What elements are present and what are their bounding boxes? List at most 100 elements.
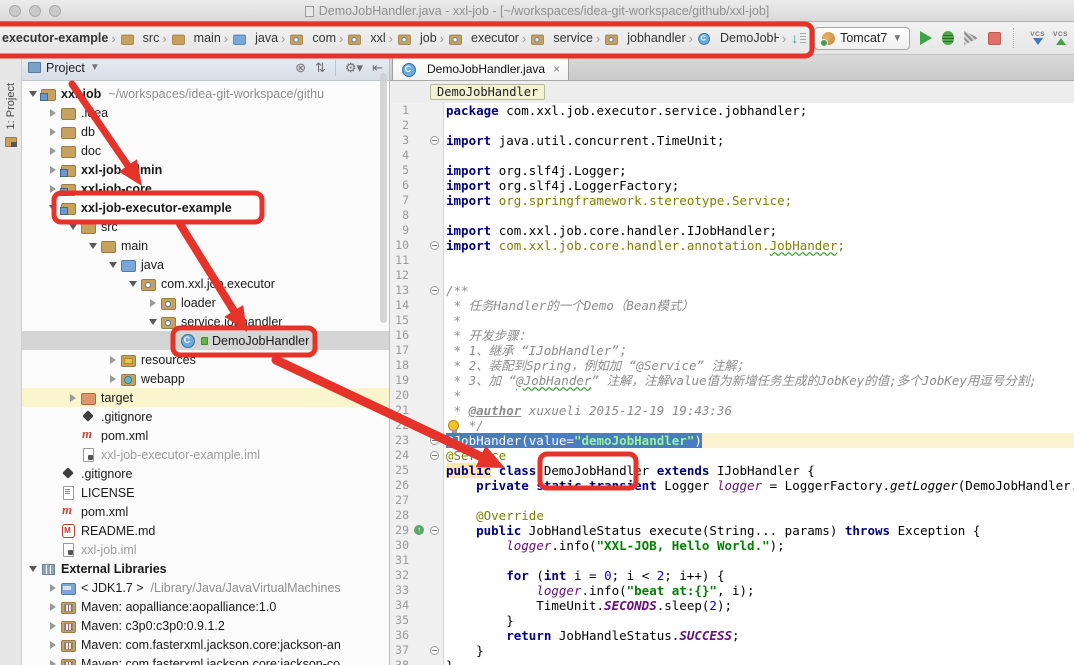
line-number-30[interactable]: 30 bbox=[390, 538, 443, 553]
close-tab-icon[interactable]: × bbox=[553, 62, 560, 76]
collapsed-arrow-icon[interactable] bbox=[66, 394, 80, 402]
tree-item-xxl-job-executor-example-iml[interactable]: xxl-job-executor-example.iml bbox=[22, 445, 389, 464]
breadcrumb-item-java[interactable]: java bbox=[231, 31, 278, 46]
breadcrumb-item-src[interactable]: src bbox=[119, 31, 160, 46]
locate-icon[interactable]: ⊗ bbox=[295, 60, 306, 76]
tree-item-target[interactable]: target bbox=[22, 388, 389, 407]
line-number-26[interactable]: 26 bbox=[390, 478, 443, 493]
tree-scrollbar[interactable] bbox=[380, 73, 387, 323]
code-line-21[interactable]: * @author xuxueli 2015-12-19 19:43:36 bbox=[446, 403, 1074, 418]
run-button[interactable] bbox=[920, 31, 932, 45]
tree-item-idea[interactable]: .idea bbox=[22, 103, 389, 122]
breadcrumb-item-jobhandler[interactable]: jobhandler bbox=[603, 31, 685, 46]
code-line-5[interactable]: import org.slf4j.Logger; bbox=[446, 163, 1074, 178]
breadcrumb-item-executor-example[interactable]: executor-example bbox=[2, 31, 108, 45]
line-number-28[interactable]: 28 bbox=[390, 508, 443, 523]
code-line-22[interactable]: */ bbox=[446, 418, 1074, 433]
tree-item-jdk1-7[interactable]: < JDK1.7 >/Library/Java/JavaVirtualMachi… bbox=[22, 578, 389, 597]
line-number-7[interactable]: 7 bbox=[390, 193, 443, 208]
code-line-12[interactable] bbox=[446, 268, 1074, 283]
breadcrumb-tag[interactable]: DemoJobHandler bbox=[430, 84, 545, 100]
collapsed-arrow-icon[interactable] bbox=[106, 356, 120, 364]
code-line-19[interactable]: * 3、加 “@JobHander” 注解，注解value值为新增任务生成的Jo… bbox=[446, 373, 1074, 388]
code-line-24[interactable]: @Service bbox=[446, 448, 1074, 463]
code-line-30[interactable]: logger.info("XXL-JOB, Hello World."); bbox=[446, 538, 1074, 553]
code-line-13[interactable]: /** bbox=[446, 283, 1074, 298]
tree-item-external-libraries[interactable]: External Libraries bbox=[22, 559, 389, 578]
code-line-29[interactable]: public JobHandleStatus execute(String...… bbox=[446, 523, 1074, 538]
code-line-15[interactable]: * bbox=[446, 313, 1074, 328]
code-line-27[interactable] bbox=[446, 493, 1074, 508]
tree-item-maven-com-fasterxml-jackson-core-jackson-co[interactable]: Maven: com.fasterxml.jackson.core:jackso… bbox=[22, 654, 389, 665]
code-line-4[interactable] bbox=[446, 148, 1074, 163]
code-line-31[interactable] bbox=[446, 553, 1074, 568]
line-number-2[interactable]: 2 bbox=[390, 118, 443, 133]
breadcrumb-item-xxl[interactable]: xxl bbox=[346, 31, 385, 46]
line-number-1[interactable]: 1 bbox=[390, 103, 443, 118]
navigate-down-icon[interactable]: ↓ bbox=[791, 30, 798, 46]
breadcrumb-item-com[interactable]: com bbox=[288, 31, 336, 46]
tree-item-src[interactable]: src bbox=[22, 217, 389, 236]
line-number-8[interactable]: 8 bbox=[390, 208, 443, 223]
code-line-6[interactable]: import org.slf4j.LoggerFactory; bbox=[446, 178, 1074, 193]
line-number-32[interactable]: 32 bbox=[390, 568, 443, 583]
tree-item-db[interactable]: db bbox=[22, 122, 389, 141]
collapsed-arrow-icon[interactable] bbox=[46, 660, 60, 665]
expanded-arrow-icon[interactable] bbox=[86, 243, 100, 249]
line-number-25[interactable]: 25 bbox=[390, 463, 443, 478]
intention-bulb-icon[interactable] bbox=[448, 420, 459, 431]
line-number-34[interactable]: 34 bbox=[390, 598, 443, 613]
collapsed-arrow-icon[interactable] bbox=[46, 147, 60, 155]
fold-icon-line-23[interactable] bbox=[430, 436, 439, 445]
tree-item-service-jobhandler[interactable]: service.jobhandler bbox=[22, 312, 389, 331]
tree-item-readme-md[interactable]: README.md bbox=[22, 521, 389, 540]
code-line-7[interactable]: import org.springframework.stereotype.Se… bbox=[446, 193, 1074, 208]
tree-item-main[interactable]: main bbox=[22, 236, 389, 255]
code-line-33[interactable]: logger.info("beat at:{}", i); bbox=[446, 583, 1074, 598]
line-number-14[interactable]: 14 bbox=[390, 298, 443, 313]
tree-item-gitignore[interactable]: .gitignore bbox=[22, 407, 389, 426]
tree-item-pom-xml[interactable]: pom.xml bbox=[22, 502, 389, 521]
line-number-22[interactable]: 22 bbox=[390, 418, 443, 433]
run-configuration-select[interactable]: Tomcat7 ▼ bbox=[814, 27, 910, 50]
line-number-12[interactable]: 12 bbox=[390, 268, 443, 283]
code-line-25[interactable]: public class DemoJobHandler extends IJob… bbox=[446, 463, 1074, 478]
tree-item-xxl-job-admin[interactable]: xxl-job-admin bbox=[22, 160, 389, 179]
line-number-33[interactable]: 33 bbox=[390, 583, 443, 598]
code-line-35[interactable]: } bbox=[446, 613, 1074, 628]
fold-icon-line-37[interactable] bbox=[430, 646, 439, 655]
breadcrumb-item-service[interactable]: service bbox=[529, 31, 593, 46]
code-line-20[interactable]: * bbox=[446, 388, 1074, 403]
code-line-36[interactable]: return JobHandleStatus.SUCCESS; bbox=[446, 628, 1074, 643]
tree-item-gitignore[interactable]: .gitignore bbox=[22, 464, 389, 483]
collapsed-arrow-icon[interactable] bbox=[46, 109, 60, 117]
fold-icon-line-24[interactable] bbox=[430, 451, 439, 460]
vcs-update-button[interactable]: VCS bbox=[1030, 31, 1045, 45]
tree-item-maven-com-fasterxml-jackson-core-jackson-an[interactable]: Maven: com.fasterxml.jackson.core:jackso… bbox=[22, 635, 389, 654]
code-line-34[interactable]: TimeUnit.SECONDS.sleep(2); bbox=[446, 598, 1074, 613]
line-number-9[interactable]: 9 bbox=[390, 223, 443, 238]
fold-icon-line-3[interactable] bbox=[430, 136, 439, 145]
expanded-arrow-icon[interactable] bbox=[66, 224, 80, 230]
code-line-14[interactable]: * 任务Handler的一个Demo（Bean模式） bbox=[446, 298, 1074, 313]
line-number-38[interactable]: 38 bbox=[390, 658, 443, 665]
code-line-11[interactable] bbox=[446, 253, 1074, 268]
breadcrumb-item-executor[interactable]: executor bbox=[447, 31, 519, 46]
tree-item-java[interactable]: java bbox=[22, 255, 389, 274]
collapsed-arrow-icon[interactable] bbox=[46, 128, 60, 136]
collapsed-arrow-icon[interactable] bbox=[46, 641, 60, 649]
line-number-6[interactable]: 6 bbox=[390, 178, 443, 193]
expanded-arrow-icon[interactable] bbox=[126, 281, 140, 287]
tree-item-resources[interactable]: resources bbox=[22, 350, 389, 369]
fold-icon-line-10[interactable] bbox=[430, 241, 439, 250]
collapse-all-icon[interactable]: ⇅ bbox=[315, 60, 326, 76]
line-number-20[interactable]: 20 bbox=[390, 388, 443, 403]
code-editor[interactable]: 1234567891011121314151617181920212223242… bbox=[390, 103, 1074, 665]
line-number-27[interactable]: 27 bbox=[390, 493, 443, 508]
line-number-31[interactable]: 31 bbox=[390, 553, 443, 568]
tree-item-xxl-job-core[interactable]: xxl-job-core bbox=[22, 179, 389, 198]
collapsed-arrow-icon[interactable] bbox=[106, 375, 120, 383]
line-number-4[interactable]: 4 bbox=[390, 148, 443, 163]
line-number-18[interactable]: 18 bbox=[390, 358, 443, 373]
fold-icon-line-13[interactable] bbox=[430, 286, 439, 295]
